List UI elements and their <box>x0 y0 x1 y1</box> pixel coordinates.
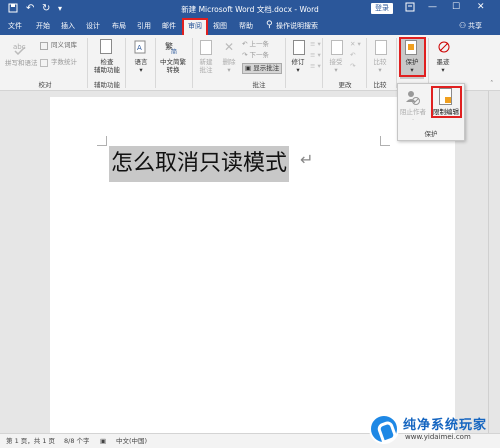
watermark-logo-icon <box>369 414 399 444</box>
next-change-button[interactable]: ↷ <box>350 62 355 71</box>
divider <box>87 38 88 88</box>
lightbulb-icon: ⚲ <box>266 20 273 30</box>
chinese-conversion-icon: 繁简 <box>165 40 179 56</box>
paragraph-mark: ↵ <box>300 150 314 169</box>
divider <box>396 38 397 88</box>
document-title: 新建 Microsoft Word 文档.docx - Word <box>181 5 319 14</box>
highlight-box <box>431 86 462 118</box>
tab-design[interactable]: 设计 <box>86 21 100 32</box>
proofing-status-icon[interactable]: ▣ <box>100 437 106 446</box>
ink-icon <box>437 40 451 56</box>
accept-icon <box>331 40 343 55</box>
check-accessibility-button[interactable]: 检查 辅助功能 <box>92 58 122 74</box>
watermark-title: 纯净系统玩家 <box>403 418 488 433</box>
minimize-icon[interactable]: — <box>428 2 437 12</box>
word-count-icon <box>40 59 48 67</box>
divider <box>155 38 156 88</box>
spelling-grammar-button[interactable]: 拼写和语法 <box>5 59 38 68</box>
ink-button[interactable]: 墨迹 ▾ <box>432 58 454 74</box>
margin-corner <box>380 136 390 146</box>
markup-options-2[interactable]: ≡ ▾ <box>310 51 321 60</box>
divider <box>428 38 429 88</box>
tell-me-search[interactable]: 操作说明搜索 <box>276 21 318 32</box>
compare-icon <box>375 40 387 55</box>
block-authors-icon <box>406 90 420 108</box>
document-text[interactable]: 怎么取消只读模式 <box>109 146 290 182</box>
divider <box>285 38 286 88</box>
language-status[interactable]: 中文(中国) <box>116 437 147 446</box>
markup-options[interactable]: ≡ ▾ <box>310 40 321 49</box>
person-icon: ⚇ <box>459 21 467 30</box>
reject-button[interactable]: ✕ ▾ <box>350 40 361 49</box>
block-authors-button[interactable]: 阻止作者 · <box>400 108 426 124</box>
protect-group-label: 保护 <box>424 130 438 138</box>
redo-icon[interactable]: ↻ <box>42 3 50 15</box>
spelling-check-icon: abc <box>13 41 27 57</box>
delete-comment-icon: ✕ <box>224 40 235 54</box>
divider <box>125 38 126 88</box>
changes-group-label: 更改 <box>338 81 352 89</box>
page-count[interactable]: 第 1 页，共 1 页 <box>6 437 55 446</box>
divider <box>192 38 193 88</box>
word-count[interactable]: 8/8 个字 <box>64 437 90 446</box>
highlight-box <box>399 37 426 77</box>
new-comment-icon <box>200 40 212 55</box>
comments-group-label: 批注 <box>252 81 266 89</box>
customize-icon[interactable]: ▾ <box>58 3 62 15</box>
close-icon[interactable]: ✕ <box>477 2 485 12</box>
login-button[interactable]: 登录 <box>371 3 393 14</box>
margin-corner <box>97 136 107 146</box>
tab-review[interactable]: 审阅 <box>182 18 208 37</box>
vertical-scrollbar[interactable] <box>488 91 500 433</box>
compare-button[interactable]: 比较 ▾ <box>369 58 391 74</box>
markup-options-3[interactable]: ≡ ▾ <box>310 62 321 71</box>
previous-change-button[interactable]: ↶ <box>350 51 355 60</box>
proofing-group-label: 校对 <box>38 81 52 89</box>
svg-text:简: 简 <box>171 48 177 54</box>
previous-comment-button[interactable]: ↶ 上一条 <box>242 40 269 49</box>
tab-mailings[interactable]: 邮件 <box>162 21 176 32</box>
next-comment-button[interactable]: ↷ 下一条 <box>242 51 269 60</box>
tab-view[interactable]: 视图 <box>213 21 227 32</box>
thesaurus-button[interactable]: 同义词库 <box>51 41 77 50</box>
collapse-ribbon-icon[interactable]: ˆ <box>490 80 494 88</box>
protect-dropdown: 阻止作者 · 限制编辑 保护 <box>397 83 465 141</box>
tab-home[interactable]: 开始 <box>36 21 50 32</box>
track-changes-button[interactable]: 修订 ▾ <box>288 58 308 74</box>
track-changes-icon <box>293 40 305 55</box>
svg-text:abc: abc <box>13 43 26 51</box>
chinese-conversion-button[interactable]: 中文简繁 转换 <box>157 58 189 74</box>
compare-group-label: 比较 <box>373 81 387 89</box>
language-button[interactable]: 语言 ▾ <box>130 58 152 74</box>
accessibility-group-label: 辅助功能 <box>94 81 120 89</box>
accessibility-check-icon <box>100 39 112 54</box>
menu-bar: 文件 开始 插入 设计 布局 引用 邮件 审阅 视图 帮助 ⚲ 操作说明搜索 ⚇… <box>0 18 500 37</box>
undo-icon[interactable]: ↶ <box>26 3 34 15</box>
accept-button[interactable]: 接受 ▾ <box>325 58 347 74</box>
divider <box>366 38 367 88</box>
thesaurus-icon <box>40 42 48 50</box>
show-comments-button[interactable]: ▣ 显示批注 <box>242 63 283 74</box>
tab-help[interactable]: 帮助 <box>239 21 253 32</box>
ribbon-display-icon[interactable] <box>405 2 415 15</box>
svg-text:A: A <box>137 44 142 52</box>
delete-comment-button[interactable]: 删除 ▾ <box>220 58 238 74</box>
divider <box>322 38 323 88</box>
word-count-button[interactable]: 字数统计 <box>51 58 77 67</box>
tab-references[interactable]: 引用 <box>137 21 151 32</box>
new-comment-button[interactable]: 新建 批注 <box>196 58 216 74</box>
maximize-icon[interactable]: ☐ <box>452 2 460 12</box>
share-button[interactable]: 共享 <box>468 21 482 32</box>
site-watermark: 纯净系统玩家 www.yidaimei.com <box>369 412 497 446</box>
tab-insert[interactable]: 插入 <box>61 21 75 32</box>
tab-layout[interactable]: 布局 <box>112 21 126 32</box>
language-icon: A <box>134 40 148 56</box>
title-bar: ↶ ↻ ▾ 新建 Microsoft Word 文档.docx - Word 登… <box>0 0 500 18</box>
tab-file[interactable]: 文件 <box>8 21 22 32</box>
watermark-url: www.yidaimei.com <box>405 433 471 441</box>
save-icon[interactable] <box>8 3 18 17</box>
